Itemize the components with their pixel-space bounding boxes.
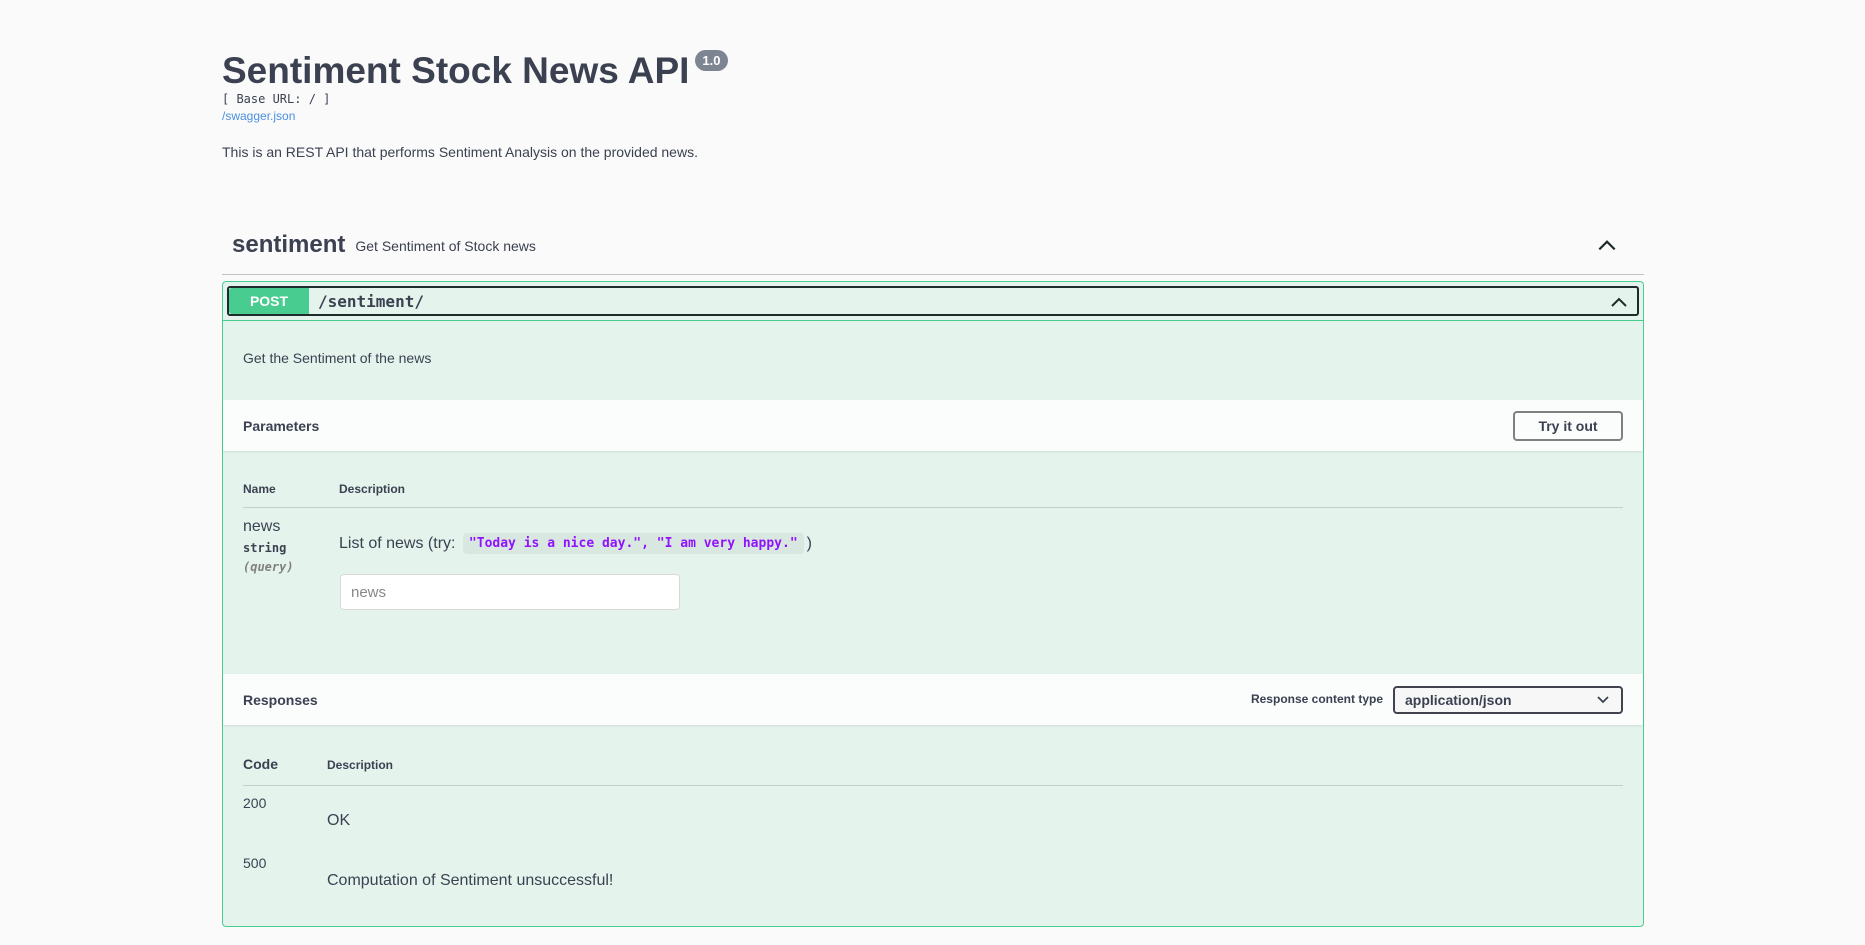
endpoint-path: /sentiment/ (318, 291, 424, 311)
parameters-title: Parameters (243, 417, 320, 434)
operation-description: Get the Sentiment of the news (243, 350, 432, 366)
param-type: string (243, 541, 287, 555)
tag-header-sentiment[interactable]: sentiment Get Sentiment of Stock news (222, 216, 1644, 275)
response-description: OK (327, 812, 351, 829)
param-col-description: Description (339, 482, 406, 496)
response-description: Computation of Sentiment unsuccessful! (327, 872, 614, 889)
param-description-prefix: List of news (try: (339, 534, 460, 552)
opblock-summary[interactable]: POST /sentiment/ (227, 286, 1639, 316)
chevron-up-icon[interactable] (1609, 292, 1629, 312)
param-name: news (243, 518, 281, 535)
version-badge: 1.0 (695, 50, 728, 71)
resp-col-description: Description (327, 758, 394, 772)
param-description-suffix: ) (806, 534, 812, 552)
info-header: Sentiment Stock News API 1.0 (222, 48, 728, 94)
resp-col-code: Code (243, 756, 278, 772)
api-title: Sentiment Stock News API (222, 50, 690, 91)
response-content-type-select[interactable]: application/json (1393, 686, 1623, 714)
param-description: List of news (try: "Today is a nice day.… (339, 533, 812, 554)
resp-header-rule (243, 785, 1623, 786)
param-col-name: Name (243, 482, 276, 496)
chevron-down-icon (1597, 696, 1609, 704)
response-code: 200 (243, 795, 267, 811)
responses-header: Responses Response content type applicat… (223, 674, 1643, 725)
opblock-post-sentiment: POST /sentiment/ Get the Sentiment of th… (222, 281, 1644, 927)
responses-title: Responses (243, 691, 318, 708)
api-description: This is an REST API that performs Sentim… (222, 144, 698, 160)
param-example: "Today is a nice day.", "I am very happy… (462, 533, 804, 554)
param-location: (query) (243, 560, 294, 574)
base-url: [ Base URL: / ] (222, 92, 331, 106)
try-it-out-button[interactable]: Try it out (1513, 411, 1623, 441)
method-badge: POST (229, 288, 309, 314)
tag-name: sentiment (232, 231, 346, 258)
summary-divider (223, 320, 1643, 321)
response-code: 500 (243, 855, 267, 871)
swagger-json-link[interactable]: /swagger.json (222, 109, 295, 123)
response-content-type-label: Response content type (1250, 692, 1383, 706)
chevron-up-icon[interactable] (1596, 234, 1618, 256)
param-header-rule (243, 507, 1623, 508)
tag-description: Get Sentiment of Stock news (355, 238, 536, 254)
news-input[interactable] (340, 574, 680, 610)
response-content-type-value: application/json (1405, 692, 1512, 708)
parameters-header: Parameters Try it out (223, 400, 1643, 451)
